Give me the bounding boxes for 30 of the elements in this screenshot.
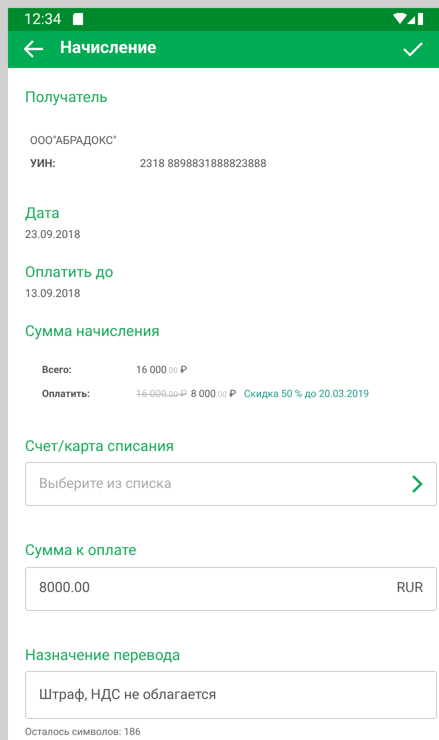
- section-label: Получатель: [25, 86, 109, 108]
- screen-title: Начисление: [60, 37, 156, 60]
- recipient-name: ООО"АБРАДОКС": [30, 133, 118, 149]
- currency-text: RUR: [396, 579, 423, 598]
- section-label: Сумма к оплате: [25, 540, 138, 561]
- back-button[interactable]: [24, 40, 44, 58]
- amount-text: 8 000.00 ₽: [190, 388, 236, 400]
- pay-label: Оплатить:: [42, 388, 91, 402]
- total-label: Всего:: [42, 364, 73, 378]
- section-label: Сумма начисления: [25, 321, 161, 342]
- section-label: Счет/карта списания: [25, 436, 175, 456]
- uin-label: УИН:: [30, 156, 57, 172]
- due-date-value: 13.09.2018: [25, 286, 82, 302]
- amount-field[interactable]: 8000.00 RUR: [25, 566, 437, 610]
- sd-card-icon: [73, 13, 84, 26]
- purpose-field[interactable]: Штраф, НДС не облагается: [25, 671, 437, 719]
- back-arrow-icon: [24, 40, 44, 58]
- discount-text: Скидка 50 % до 20.03.2019: [244, 388, 370, 402]
- characters-left-text: Осталось символов: 186: [25, 726, 142, 740]
- date-value: 23.09.2018: [25, 226, 82, 242]
- amount-text: 16 000.00 ₽: [136, 364, 187, 378]
- section-label: Назначение перевода: [25, 644, 182, 666]
- section-label: Дата: [25, 203, 61, 224]
- status-icons: [393, 13, 423, 26]
- clock-text: 12:34: [24, 9, 62, 30]
- section-label: Оплатить до: [25, 262, 114, 283]
- confirm-button[interactable]: [403, 41, 423, 57]
- checkmark-icon: [403, 41, 423, 57]
- chevron-right-icon: [411, 474, 423, 494]
- uin-value: 2318 8898831888823888: [140, 156, 266, 172]
